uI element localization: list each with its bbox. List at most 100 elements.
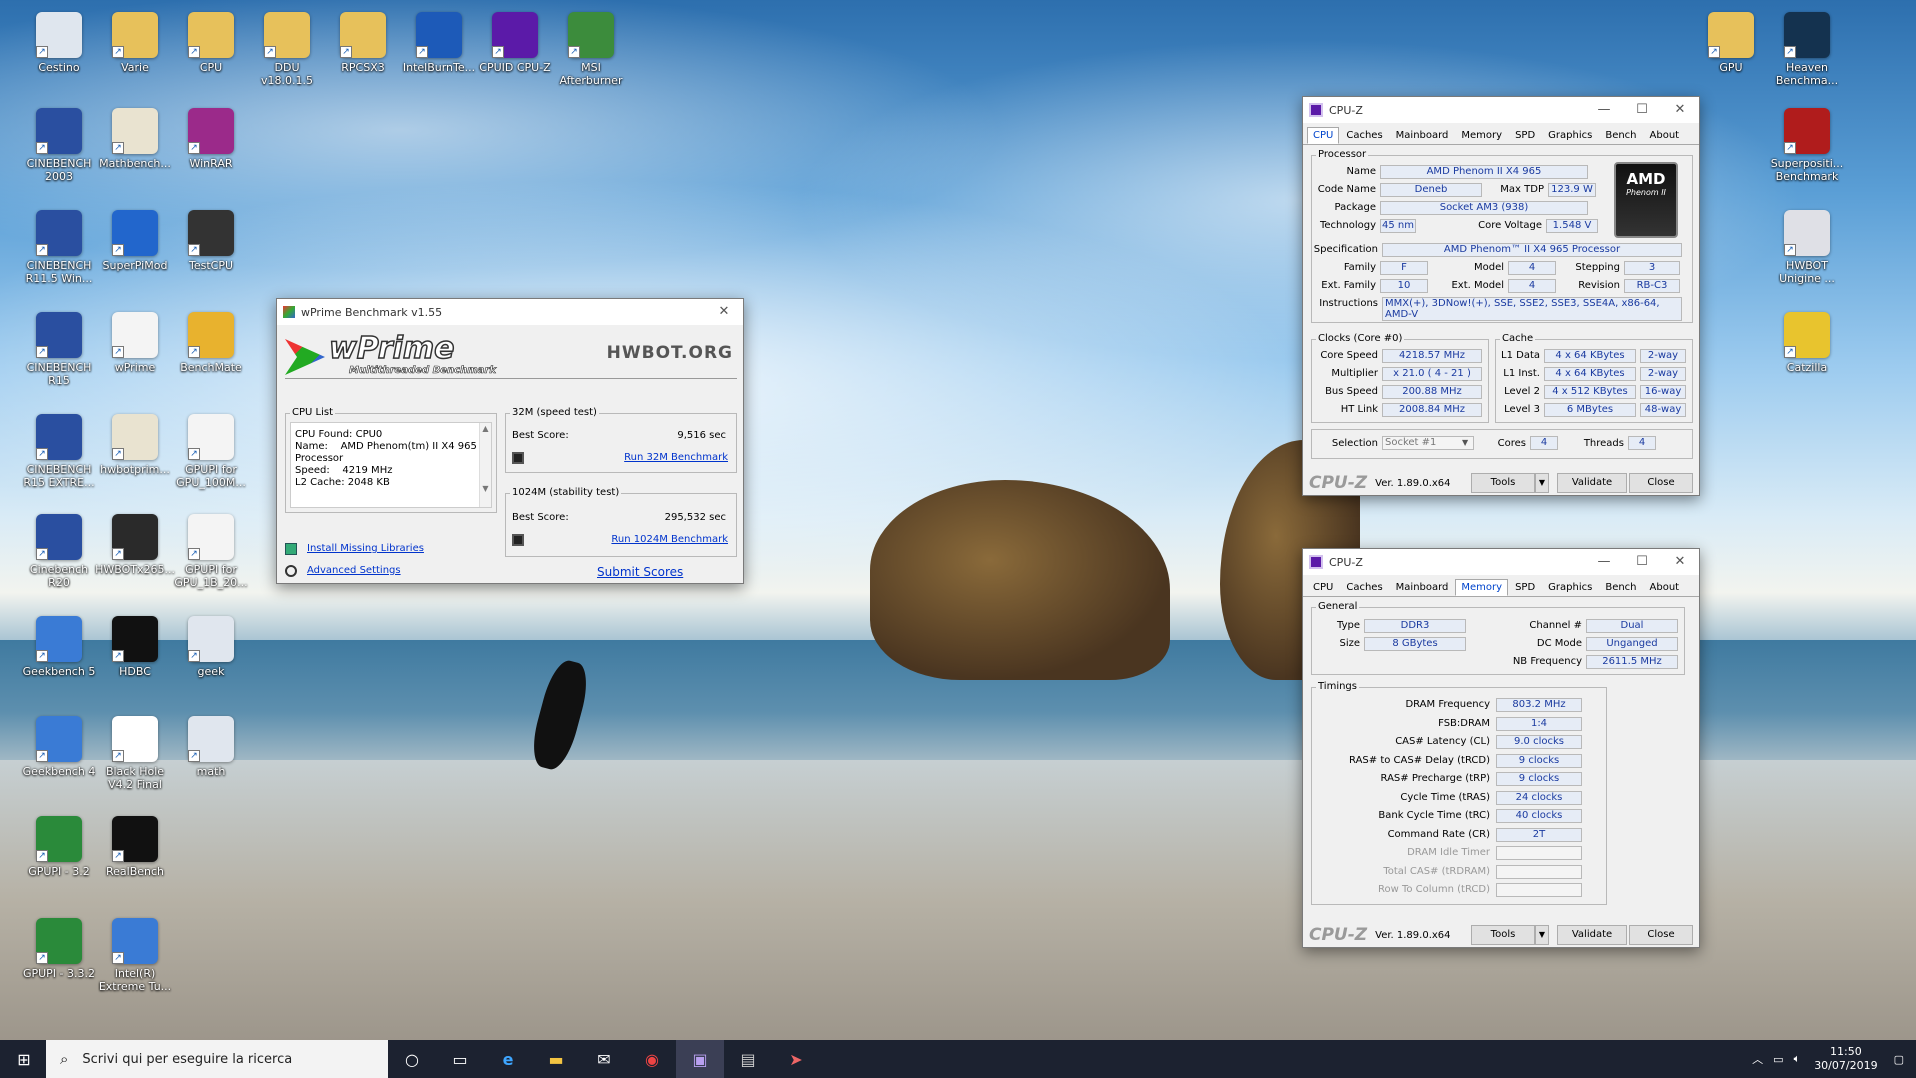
- windows-start-icon[interactable]: ⊞: [0, 1040, 48, 1078]
- timing-value-fsb-dram: 1:4: [1496, 716, 1582, 731]
- timing-label-ras-to-cas-delay-trcd: RAS# to CAS# Delay (tRCD): [1349, 754, 1490, 766]
- tab-graphics[interactable]: Graphics: [1542, 127, 1598, 144]
- chevron-up-icon[interactable]: ︿: [1752, 1051, 1763, 1067]
- tab-about[interactable]: About: [1644, 579, 1686, 596]
- tab-bench[interactable]: Bench: [1599, 127, 1642, 144]
- socket-select[interactable]: Socket #1: [1382, 436, 1474, 450]
- network-icon[interactable]: ▭: [1773, 1053, 1783, 1066]
- cpuz-title-bar[interactable]: CPU-Z — ☐ ✕: [1303, 97, 1699, 123]
- close-icon[interactable]: ✕: [1661, 549, 1699, 575]
- hwbot-logo[interactable]: HWBOT.ORG: [607, 343, 733, 363]
- desktop-icon-geek[interactable]: ↗ geek: [171, 616, 251, 678]
- cpuz-taskbar-icon[interactable]: ▣: [676, 1040, 724, 1078]
- maximize-icon[interactable]: ☐: [1623, 97, 1661, 123]
- desktop-icon-hwbot-unigine[interactable]: ↗ HWBOT Unigine ...: [1767, 210, 1847, 285]
- desktop-icon-geekbench-5[interactable]: ↗ Geekbench 5: [19, 616, 99, 678]
- search-box[interactable]: ⌕ Scrivi qui per eseguire la ricerca: [46, 1040, 388, 1078]
- tab-spd[interactable]: SPD: [1509, 579, 1541, 596]
- wprime-taskbar-icon[interactable]: ➤: [772, 1040, 820, 1078]
- tools-dropdown-button[interactable]: ▼: [1535, 473, 1549, 493]
- app-taskbar-icon[interactable]: ▤: [724, 1040, 772, 1078]
- scrollbar[interactable]: ▲ ▼: [479, 423, 491, 507]
- notification-icon[interactable]: ▢: [1894, 1053, 1904, 1066]
- desktop-icon-catzilla[interactable]: ↗ Catzilla: [1767, 312, 1847, 374]
- tab-cpu[interactable]: CPU: [1307, 579, 1339, 596]
- validate-button[interactable]: Validate: [1557, 925, 1627, 945]
- run-32m-button[interactable]: Run 32M Benchmark: [624, 452, 728, 463]
- close-button[interactable]: Close: [1629, 473, 1693, 493]
- tab-caches[interactable]: Caches: [1340, 579, 1388, 596]
- tab-spd[interactable]: SPD: [1509, 127, 1541, 144]
- desktop-icon-cinebench-r15-extre[interactable]: ↗ CINEBENCH R15 EXTRE...: [19, 414, 99, 489]
- desktop-icon-cinebench-r15[interactable]: ↗ CINEBENCH R15: [19, 312, 99, 387]
- desktop-icon-gpu[interactable]: ↗ GPU: [1691, 12, 1771, 74]
- close-icon[interactable]: ✕: [1661, 97, 1699, 123]
- desktop-icon-wprime[interactable]: ↗ wPrime: [95, 312, 175, 374]
- tab-mainboard[interactable]: Mainboard: [1390, 579, 1455, 596]
- minimize-icon[interactable]: —: [1585, 97, 1623, 123]
- tools-dropdown-button[interactable]: ▼: [1535, 925, 1549, 945]
- desktop-icon-hdbc[interactable]: ↗ HDBC: [95, 616, 175, 678]
- desktop-icon-hwbotx265[interactable]: ↗ HWBOTx265...: [95, 514, 175, 576]
- validate-button[interactable]: Validate: [1557, 473, 1627, 493]
- desktop-icon-math[interactable]: ↗ math: [171, 716, 251, 778]
- tab-mainboard[interactable]: Mainboard: [1390, 127, 1455, 144]
- tab-memory[interactable]: Memory: [1455, 127, 1508, 144]
- desktop-icon-hwbotprim[interactable]: ↗ hwbotprim...: [95, 414, 175, 476]
- tools-button[interactable]: Tools: [1471, 473, 1535, 493]
- clock[interactable]: 11:50 30/07/2019: [1814, 1045, 1877, 1073]
- tab-graphics[interactable]: Graphics: [1542, 579, 1598, 596]
- desktop-icon-ddu-v18-0-1-5[interactable]: ↗ DDU v18.0.1.5: [247, 12, 327, 87]
- task-view-icon[interactable]: ▭: [436, 1040, 484, 1078]
- maximize-icon[interactable]: ☐: [1623, 549, 1661, 575]
- desktop-icon-cestino[interactable]: ↗ Cestino: [19, 12, 99, 74]
- desktop-icon-cinebench-r11-5-win[interactable]: ↗ CINEBENCH R11.5 Win...: [19, 210, 99, 285]
- tab-caches[interactable]: Caches: [1340, 127, 1388, 144]
- desktop-icon-superpimod[interactable]: ↗ SuperPiMod: [95, 210, 175, 272]
- desktop-icon-varie[interactable]: ↗ Varie: [95, 12, 175, 74]
- desktop-icon-cpuid-cpu-z[interactable]: ↗ CPUID CPU-Z: [475, 12, 555, 74]
- tab-about[interactable]: About: [1644, 127, 1686, 144]
- desktop-icon-superpositi-benchmark[interactable]: ↗ Superpositi... Benchmark: [1767, 108, 1847, 183]
- desktop-icon-realbench[interactable]: ↗ RealBench: [95, 816, 175, 878]
- tools-button[interactable]: Tools: [1471, 925, 1535, 945]
- desktop-icon-rpcsx3[interactable]: ↗ RPCSX3: [323, 12, 403, 74]
- desktop-icon-gpupi-3-2[interactable]: ↗ GPUPI - 3.2: [19, 816, 99, 878]
- cortana-icon[interactable]: ○: [388, 1040, 436, 1078]
- wprime-title-bar[interactable]: wPrime Benchmark v1.55 ✕: [277, 299, 743, 325]
- close-button[interactable]: Close: [1629, 925, 1693, 945]
- volume-icon[interactable]: 🔈︎: [1794, 1052, 1801, 1066]
- cpuz-title-bar[interactable]: CPU-Z — ☐ ✕: [1303, 549, 1699, 575]
- afterburner-icon[interactable]: ◉: [628, 1040, 676, 1078]
- desktop-icon-mathbench[interactable]: ↗ Mathbench...: [95, 108, 175, 170]
- desktop-icon-cpu[interactable]: ↗ CPU: [171, 12, 251, 74]
- install-libraries-link[interactable]: Install Missing Libraries: [307, 543, 424, 554]
- desktop-icon-gpupi-for-gpu-1b-20[interactable]: ↗ GPUPI for GPU_1B_20...: [171, 514, 251, 589]
- desktop-icon-black-hole-v4-2-final[interactable]: ↗ Black Hole V4.2 Final: [95, 716, 175, 791]
- advanced-settings-link[interactable]: Advanced Settings: [307, 565, 401, 576]
- desktop-icon-intelburnte[interactable]: ↗ IntelBurnTe...: [399, 12, 479, 74]
- desktop-icon-gpupi-3-3-2[interactable]: ↗ GPUPI - 3.3.2: [19, 918, 99, 980]
- file-explorer-icon[interactable]: ▬: [532, 1040, 580, 1078]
- desktop-icon-testcpu[interactable]: ↗ TestCPU: [171, 210, 251, 272]
- desktop-icon-gpupi-for-gpu-100m[interactable]: ↗ GPUPI for GPU_100M...: [171, 414, 251, 489]
- desktop-icon-cinebench-r20[interactable]: ↗ Cinebench R20: [19, 514, 99, 589]
- tab-bench[interactable]: Bench: [1599, 579, 1642, 596]
- close-icon[interactable]: ✕: [705, 299, 743, 325]
- run-1024m-button[interactable]: Run 1024M Benchmark: [611, 534, 728, 545]
- desktop-icon-geekbench-4[interactable]: ↗ Geekbench 4: [19, 716, 99, 778]
- desktop-icon-msi-afterburner[interactable]: ↗ MSI Afterburner: [551, 12, 631, 87]
- edge-icon[interactable]: e: [484, 1040, 532, 1078]
- minimize-icon[interactable]: —: [1585, 549, 1623, 575]
- cpu-list-box[interactable]: CPU Found: CPU0 Name: AMD Phenom(tm) II X…: [290, 422, 492, 508]
- tab-cpu[interactable]: CPU: [1307, 127, 1340, 144]
- chevron-down-icon[interactable]: ▼: [1462, 438, 1468, 447]
- desktop-icon-winrar[interactable]: ↗ WinRAR: [171, 108, 251, 170]
- desktop-icon-heaven-benchma[interactable]: ↗ Heaven Benchma...: [1767, 12, 1847, 87]
- desktop-icon-cinebench-2003[interactable]: ↗ CINEBENCH 2003: [19, 108, 99, 183]
- tab-memory[interactable]: Memory: [1455, 579, 1509, 596]
- mail-icon[interactable]: ✉: [580, 1040, 628, 1078]
- desktop-icon-intel-r-extreme-tu[interactable]: ↗ Intel(R) Extreme Tu...: [95, 918, 175, 993]
- submit-scores-button[interactable]: Submit Scores: [597, 565, 683, 579]
- desktop-icon-benchmate[interactable]: ↗ BenchMate: [171, 312, 251, 374]
